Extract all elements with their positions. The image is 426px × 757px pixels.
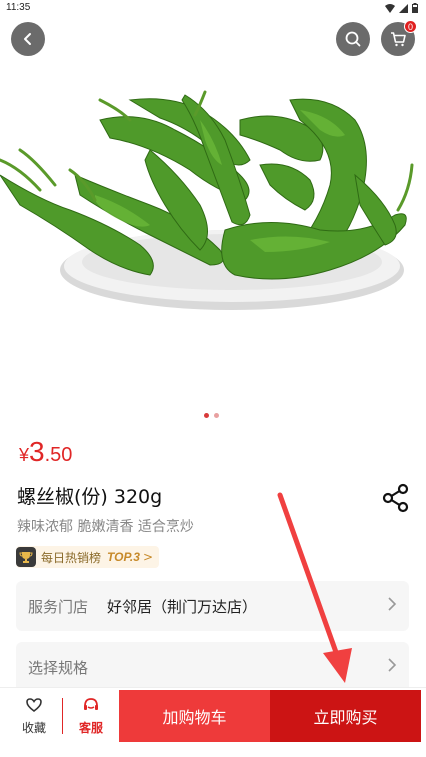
service-store-row[interactable]: 服务门店 好邻居（荆门万达店） xyxy=(16,581,409,631)
favorite-label: 收藏 xyxy=(21,721,46,735)
chevron-right-icon xyxy=(387,657,397,676)
trophy-icon xyxy=(16,547,36,567)
select-spec-row[interactable]: 选择规格 xyxy=(16,642,409,692)
bottom-action-bar: 收藏 客服 加购物车 立即购买 xyxy=(0,687,426,757)
rank-label: 每日热销榜 xyxy=(41,550,102,565)
add-to-cart-button[interactable]: 加购物车 xyxy=(119,690,270,742)
battery-icon xyxy=(412,3,418,13)
signal-icon xyxy=(399,3,408,13)
heart-icon xyxy=(26,698,42,712)
share-icon xyxy=(382,483,409,513)
product-image[interactable] xyxy=(0,0,426,428)
chevron-right-icon: > xyxy=(142,550,153,564)
product-price: ¥3.50 xyxy=(19,436,72,468)
hot-rank-tag[interactable]: 每日热销榜 TOP.3 > xyxy=(16,546,159,568)
rank-position: TOP.3 xyxy=(107,550,140,564)
divider xyxy=(62,698,63,734)
customer-service-button[interactable]: 客服 xyxy=(71,696,111,736)
carousel-indicator xyxy=(204,413,219,418)
store-value: 好邻居（荆门万达店） xyxy=(107,598,258,616)
back-arrow-icon xyxy=(24,33,31,45)
customer-service-label: 客服 xyxy=(78,721,103,735)
spec-label: 选择规格 xyxy=(28,659,89,677)
status-icons xyxy=(385,3,418,13)
wifi-icon xyxy=(385,3,395,13)
status-bar: 11:35 xyxy=(0,0,426,18)
cart-badge: 0 xyxy=(404,20,417,33)
chevron-right-icon xyxy=(387,596,397,615)
price-integer: 3 xyxy=(29,436,45,467)
buy-now-button[interactable]: 立即购买 xyxy=(270,690,421,742)
search-icon xyxy=(345,31,361,47)
customer-service-icon xyxy=(84,698,98,710)
price-decimal: .50 xyxy=(44,444,73,466)
back-button[interactable] xyxy=(11,22,45,56)
favorite-button[interactable]: 收藏 xyxy=(12,696,56,736)
share-button[interactable] xyxy=(381,483,411,517)
cart-button[interactable]: 0 xyxy=(381,20,417,56)
carousel-dot-active xyxy=(204,413,209,418)
product-title: 螺丝椒(份) 320g xyxy=(17,486,163,508)
cart-icon xyxy=(391,32,406,47)
carousel-dot xyxy=(214,413,219,418)
search-button[interactable] xyxy=(336,22,370,56)
price-symbol: ¥ xyxy=(19,445,30,465)
status-time: 11:35 xyxy=(6,2,31,13)
product-subtitle: 辣味浓郁 脆嫩清香 适合烹炒 xyxy=(17,519,194,535)
store-label: 服务门店 xyxy=(28,598,89,616)
green-peppers-image xyxy=(0,0,426,428)
